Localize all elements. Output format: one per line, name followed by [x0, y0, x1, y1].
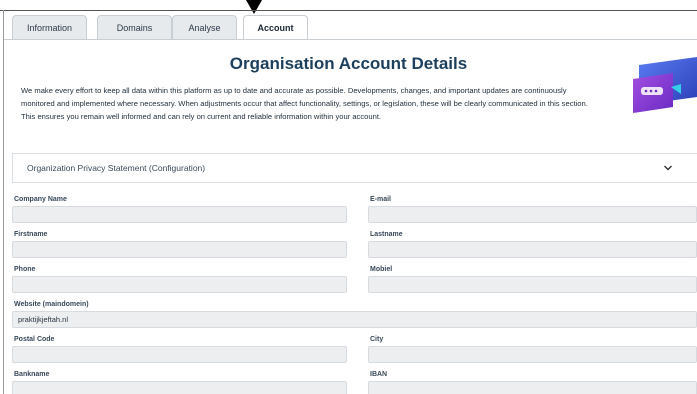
- email-label: E-mail: [370, 196, 392, 203]
- tab-analyse[interactable]: Analyse: [172, 15, 237, 40]
- website-label: Website (maindomein): [14, 301, 89, 308]
- bankname-input[interactable]: [12, 381, 347, 394]
- mouse-pointer-icon: [246, 0, 262, 14]
- tab-account[interactable]: Account: [243, 15, 308, 40]
- city-input[interactable]: [368, 346, 697, 363]
- postal-code-input[interactable]: [12, 346, 347, 363]
- page-title: Organisation Account Details: [229, 54, 468, 73]
- phone-label: Phone: [14, 266, 36, 273]
- tab-divider: [4, 39, 697, 40]
- privacy-statement-accordion[interactable]: Organization Privacy Statement (Configur…: [12, 153, 697, 183]
- tab-domains[interactable]: Domains: [97, 15, 172, 40]
- postal-code-label: Postal Code: [14, 336, 55, 343]
- account-illustration-icon: [633, 57, 697, 113]
- frame-top-border: [0, 10, 697, 11]
- city-label: City: [370, 336, 384, 343]
- phone-input[interactable]: [12, 276, 347, 293]
- tab-information[interactable]: Information: [12, 15, 87, 40]
- lastname-input[interactable]: [368, 241, 697, 258]
- mobile-label: Mobiel: [370, 266, 393, 273]
- company-name-input[interactable]: [12, 206, 347, 223]
- mobile-input[interactable]: [368, 276, 697, 293]
- chevron-down-icon[interactable]: [663, 163, 673, 173]
- bankname-label: Bankname: [14, 371, 50, 378]
- website-input[interactable]: praktijkjeftah.nl: [12, 311, 697, 328]
- email-input[interactable]: [368, 206, 697, 223]
- iban-label: IBAN: [370, 371, 388, 378]
- iban-input[interactable]: [368, 381, 697, 394]
- page-description: We make every effort to keep all data wi…: [21, 86, 588, 121]
- company-name-label: Company Name: [14, 196, 67, 203]
- lastname-label: Lastname: [370, 231, 403, 238]
- accordion-label: Organization Privacy Statement (Configur…: [27, 163, 206, 173]
- firstname-input[interactable]: [12, 241, 347, 258]
- firstname-label: Firstname: [14, 231, 48, 238]
